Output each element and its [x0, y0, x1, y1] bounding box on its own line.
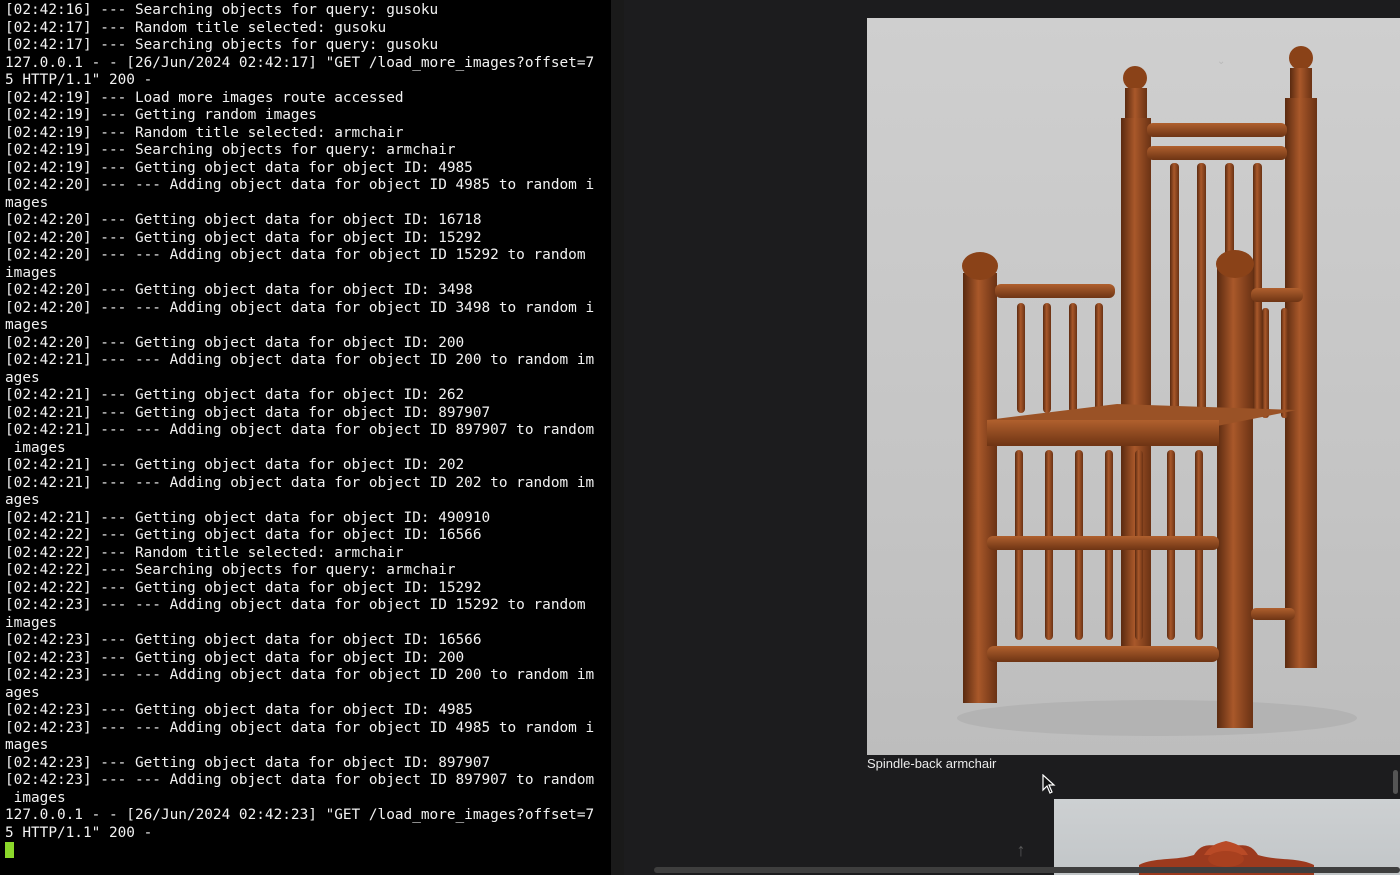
mouse-pointer-icon: [1042, 773, 1056, 799]
terminal-line: [02:42:22] --- Random title selected: ar…: [5, 544, 404, 561]
artwork-image-armchair[interactable]: ⌄: [867, 18, 1400, 755]
terminal-line: [02:42:22] --- Searching objects for que…: [5, 562, 456, 578]
carved-crest-illustration: [1139, 841, 1314, 875]
terminal-line: 5 HTTP/1.1" 200 -: [5, 824, 153, 841]
terminal-line: [02:42:17] --- Random title selected: gu…: [5, 19, 387, 36]
terminal-line: ages: [5, 492, 40, 508]
terminal-line: [02:42:23] --- Getting object data for o…: [5, 649, 465, 666]
terminal-pane[interactable]: [02:42:16] --- Searching objects for que…: [0, 0, 611, 875]
terminal-line: mages: [5, 194, 49, 211]
terminal-line: [02:42:19] --- Load more images route ac…: [5, 89, 404, 106]
chevron-down-icon: ⌄: [1217, 56, 1226, 67]
terminal-line: [02:42:19] --- Random title selected: ar…: [5, 124, 404, 141]
terminal-line: [02:42:23] --- Getting object data for o…: [5, 702, 473, 718]
terminal-line: [02:42:20] --- --- Adding object data fo…: [5, 299, 595, 316]
terminal-line: images: [5, 614, 57, 631]
terminal-line: [02:42:23] --- Getting object data for o…: [5, 632, 482, 648]
terminal-line: mages: [5, 737, 49, 753]
terminal-line: [02:42:20] --- --- Adding object data fo…: [5, 247, 586, 263]
page-vertical-scrollbar[interactable]: [1393, 770, 1398, 794]
browser-pane[interactable]: ⌄ Spindle-back armchair ↑: [624, 0, 1400, 875]
terminal-line: [02:42:21] --- Getting object data for o…: [5, 509, 491, 526]
terminal-line: [02:42:21] --- Getting object data for o…: [5, 457, 465, 473]
terminal-line: [02:42:22] --- Getting object data for o…: [5, 527, 482, 543]
arrow-up-icon: ↑: [1016, 840, 1026, 860]
artwork-image-next[interactable]: [1054, 799, 1400, 875]
terminal-line: [02:42:19] --- Getting object data for o…: [5, 159, 473, 176]
terminal-line: [02:42:19] --- Searching objects for que…: [5, 142, 456, 158]
terminal-line: [02:42:23] --- --- Adding object data fo…: [5, 597, 586, 613]
terminal-line: [02:42:21] --- Getting object data for o…: [5, 387, 465, 403]
terminal-line: [02:42:21] --- --- Adding object data fo…: [5, 422, 595, 438]
terminal-line: [02:42:23] --- --- Adding object data fo…: [5, 667, 595, 683]
terminal-line: [02:42:21] --- Getting object data for o…: [5, 404, 491, 421]
terminal-line: mages: [5, 317, 49, 333]
page-horizontal-scrollbar[interactable]: [654, 867, 1400, 873]
terminal-line: [02:42:16] --- Searching objects for que…: [5, 2, 439, 18]
terminal-line: 5 HTTP/1.1" 200 -: [5, 72, 153, 88]
terminal-line: [02:42:19] --- Getting random images: [5, 107, 317, 123]
terminal-line: [02:42:21] --- --- Adding object data fo…: [5, 474, 595, 491]
terminal-line: images: [5, 439, 66, 456]
terminal-cursor: [5, 842, 14, 858]
split-divider[interactable]: [611, 0, 625, 875]
terminal-line: images: [5, 264, 57, 281]
terminal-line: 127.0.0.1 - - [26/Jun/2024 02:42:23] "GE…: [5, 807, 595, 823]
terminal-line: [02:42:20] --- Getting object data for o…: [5, 282, 473, 298]
terminal-line: 127.0.0.1 - - [26/Jun/2024 02:42:17] "GE…: [5, 54, 595, 71]
terminal-line: [02:42:20] --- Getting object data for o…: [5, 334, 465, 351]
terminal-line: ages: [5, 684, 40, 701]
armchair-illustration: [957, 46, 1357, 736]
terminal-line: [02:42:20] --- Getting object data for o…: [5, 212, 482, 228]
terminal-line: [02:42:23] --- --- Adding object data fo…: [5, 719, 595, 736]
artwork-caption: Spindle-back armchair: [867, 756, 997, 771]
scroll-to-top-button[interactable]: ↑: [1009, 838, 1033, 862]
terminal-line: [02:42:22] --- Getting object data for o…: [5, 579, 482, 596]
terminal-line: images: [5, 789, 66, 806]
terminal-line: ages: [5, 369, 40, 386]
terminal-output: [02:42:16] --- Searching objects for que…: [5, 2, 605, 842]
terminal-line: [02:42:21] --- --- Adding object data fo…: [5, 352, 595, 368]
terminal-line: [02:42:20] --- Getting object data for o…: [5, 229, 482, 246]
terminal-line: [02:42:17] --- Searching objects for que…: [5, 37, 439, 53]
terminal-line: [02:42:23] --- Getting object data for o…: [5, 754, 491, 771]
terminal-line: [02:42:23] --- --- Adding object data fo…: [5, 772, 595, 788]
terminal-line: [02:42:20] --- --- Adding object data fo…: [5, 177, 595, 193]
